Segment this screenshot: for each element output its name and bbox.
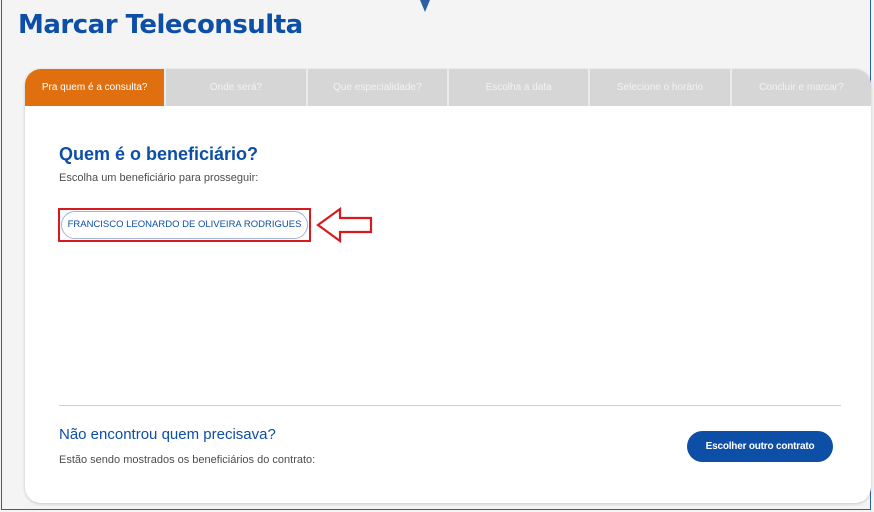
left-arrow-icon: [316, 206, 373, 244]
choose-other-contract-button[interactable]: Escolher outro contrato: [687, 431, 833, 462]
section-heading: Quem é o beneficiário?: [59, 144, 259, 164]
step-tabs: Pra quem é a consulta? Onde será? Que es…: [25, 69, 871, 106]
page-title: Marcar Teleconsulta: [18, 10, 303, 40]
main-card: Pra quem é a consulta? Onde será? Que es…: [25, 69, 871, 503]
step-tab-time[interactable]: Selecione o horário: [590, 69, 732, 106]
step-tab-finish[interactable]: Concluir e marcar?: [731, 69, 871, 106]
not-found-title: Não encontrou quem precisava?: [59, 426, 276, 443]
step-tab-specialty[interactable]: Que especialidade?: [307, 69, 449, 106]
section-subtitle: Escolha um beneficiário para prosseguir:: [59, 172, 259, 184]
step-tab-date[interactable]: Escolha a data: [448, 69, 591, 106]
divider: [59, 405, 841, 406]
beneficiary-button[interactable]: FRANCISCO LEONARDO DE OLIVEIRA RODRIGUES: [61, 211, 308, 239]
app-frame: Marcar Teleconsulta Pra quem é a consult…: [1, 0, 871, 510]
pointer-marker: [420, 0, 430, 12]
step-tab-who[interactable]: Pra quem é a consulta?: [25, 69, 167, 106]
step-tab-where[interactable]: Onde será?: [166, 69, 308, 106]
contract-info-text: Estão sendo mostrados os beneficiários d…: [59, 454, 316, 466]
